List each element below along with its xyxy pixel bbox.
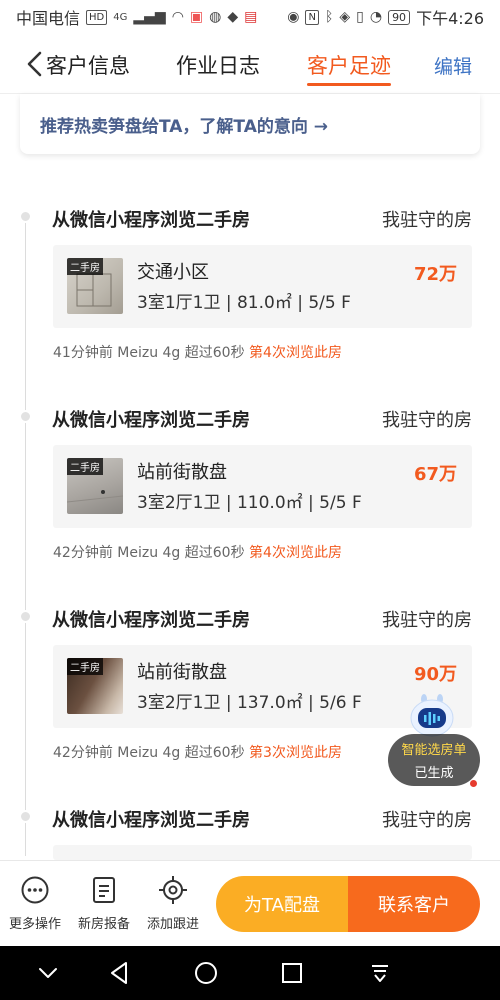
entry-meta: 41分钟前 Meizu 4g 超过60秒 第4次浏览此房 (53, 342, 342, 362)
visit-count: 第4次浏览此房 (249, 545, 342, 561)
location-icon: ◈ (339, 9, 351, 25)
new-house-report-button[interactable]: 新房报备 (72, 875, 136, 932)
house-card[interactable]: 二手房 交通小区 3室1厅1卫 | 81.0㎡ | 5/5 F 72万 (53, 245, 472, 328)
recommend-link[interactable]: 推荐热卖笋盘给TA，了解TA的意向 → (40, 112, 328, 137)
ai-pill: 智能选房单 已生成 (388, 734, 480, 786)
timeline-dot (19, 210, 32, 223)
house-thumbnail: 二手房 (67, 458, 123, 514)
more-actions-button[interactable]: 更多操作 (3, 875, 67, 932)
bottom-action-bar: 更多操作 新房报备 添加跟进 为TA配盘 联系客户 (0, 860, 500, 946)
second-hand-badge: 二手房 (67, 258, 103, 275)
sys-back-icon[interactable] (106, 959, 134, 987)
entry-meta-text: 42分钟前 Meizu 4g 超过60秒 (53, 545, 245, 561)
report-icon (93, 877, 115, 903)
wifi-icon: ◠ (171, 9, 184, 25)
house-spec: 3室2厅1卫 | 110.0㎡ | 5/5 F (137, 493, 362, 513)
tab-customer-footprint[interactable]: 客户足迹 (307, 50, 391, 86)
sys-home-icon[interactable] (192, 959, 220, 987)
bluetooth-icon: ᛒ (324, 9, 334, 25)
timeline-dot (19, 610, 32, 623)
status-bar: 中国电信 HD 4G ▂▄▆ ◠ ▣ ◍ ◆ ▤ ◉ N ᛒ ◈ ▯ ◔ 90 … (0, 0, 500, 34)
wechat-icon: ◍ (209, 9, 222, 25)
system-nav-bar (0, 946, 500, 1000)
house-name: 站前街散盘 (137, 462, 227, 483)
entry-meta: 42分钟前 Meizu 4g 超过60秒 第4次浏览此房 (53, 542, 342, 562)
timeline-line (25, 216, 26, 856)
house-name: 交通小区 (137, 262, 209, 283)
house-thumbnail: 二手房 (67, 658, 123, 714)
follow-icon (159, 876, 187, 904)
entry-title: 从微信小程序浏览二手房 (52, 410, 250, 431)
tab-customer-footprint-label: 客户足迹 (307, 54, 391, 78)
entry-tag: 我驻守的房 (382, 810, 472, 831)
nfc-badge: N (305, 9, 319, 25)
battery-level: 90 (388, 9, 411, 25)
status-right: ◉ N ᛒ ◈ ▯ ◔ 90 下午4:26 (287, 5, 484, 29)
top-nav: 客户信息 作业日志 客户足迹 编辑 (0, 34, 500, 94)
new-house-report-label: 新房报备 (77, 917, 130, 932)
sys-recent-icon[interactable] (278, 959, 306, 987)
qq-icon: ◆ (227, 9, 239, 25)
more-actions-label: 更多操作 (8, 917, 61, 932)
more-icon (21, 876, 49, 904)
back-arrow-icon (27, 51, 42, 77)
alarm-icon: ◔ (369, 9, 383, 25)
entry-tag: 我驻守的房 (382, 610, 472, 631)
match-listing-button[interactable]: 为TA配盘 (216, 876, 348, 932)
edit-button[interactable]: 编辑 (434, 52, 472, 79)
entry-tag: 我驻守的房 (382, 210, 472, 231)
ai-line2: 已生成 (414, 766, 454, 781)
timeline-dot (19, 810, 32, 823)
house-spec: 3室2厅1卫 | 137.0㎡ | 5/6 F (137, 693, 362, 713)
recommend-card[interactable]: 推荐热卖笋盘给TA，了解TA的意向 → (20, 94, 480, 154)
entry-meta-text: 42分钟前 Meizu 4g 超过60秒 (53, 745, 245, 761)
contact-customer-button[interactable]: 联系客户 (348, 876, 480, 932)
vibrate-icon: ▯ (356, 9, 364, 25)
house-spec: 3室1厅1卫 | 81.0㎡ | 5/5 F (137, 293, 351, 313)
timeline-dot (19, 410, 32, 423)
house-price: 72万 (413, 264, 457, 285)
hd-badge: HD (86, 9, 108, 25)
second-hand-badge: 二手房 (67, 458, 103, 475)
entry-tag: 我驻守的房 (382, 410, 472, 431)
status-left: 中国电信 HD 4G ▂▄▆ ◠ ▣ ◍ ◆ ▤ (16, 5, 257, 29)
eye-icon: ◉ (287, 9, 300, 25)
tab-customer-info[interactable]: 客户信息 (46, 50, 130, 80)
ai-assistant-float[interactable]: 智能选房单 已生成 (388, 694, 480, 792)
active-tab-indicator (307, 83, 391, 86)
entry-title: 从微信小程序浏览二手房 (52, 810, 250, 831)
house-card[interactable]: 二手房 站前街散盘 3室2厅1卫 | 110.0㎡ | 5/5 F 67万 (53, 445, 472, 528)
clock: 下午4:26 (416, 9, 484, 28)
carrier-label: 中国电信 (16, 9, 81, 28)
sys-menu-icon[interactable] (34, 959, 62, 987)
second-hand-badge: 二手房 (67, 658, 103, 675)
signal-icon: ▂▄▆ (133, 9, 166, 25)
house-name: 站前街散盘 (137, 662, 227, 683)
house-price: 67万 (413, 464, 457, 485)
sys-notification-icon[interactable] (366, 959, 394, 987)
entry-title: 从微信小程序浏览二手房 (52, 210, 250, 231)
entry-meta: 42分钟前 Meizu 4g 超过60秒 第3次浏览此房 (53, 742, 342, 762)
message-icon: ▤ (244, 9, 258, 25)
add-follow-up-label: 添加跟进 (146, 917, 199, 932)
tab-work-log[interactable]: 作业日志 (176, 50, 260, 80)
house-thumbnail: 二手房 (67, 258, 123, 314)
entry-meta-text: 41分钟前 Meizu 4g 超过60秒 (53, 345, 245, 361)
ai-line1: 智能选房单 (401, 743, 467, 758)
back-button[interactable] (20, 48, 48, 80)
app-notification-icon: ▣ (189, 9, 204, 25)
visit-count: 第4次浏览此房 (249, 345, 342, 361)
notification-dot (470, 780, 477, 787)
network-label: 4G (113, 11, 128, 23)
add-follow-up-button[interactable]: 添加跟进 (141, 875, 205, 932)
entry-title: 从微信小程序浏览二手房 (52, 610, 250, 631)
house-card[interactable] (53, 845, 472, 860)
visit-count: 第3次浏览此房 (249, 745, 342, 761)
house-price: 90万 (413, 664, 457, 685)
